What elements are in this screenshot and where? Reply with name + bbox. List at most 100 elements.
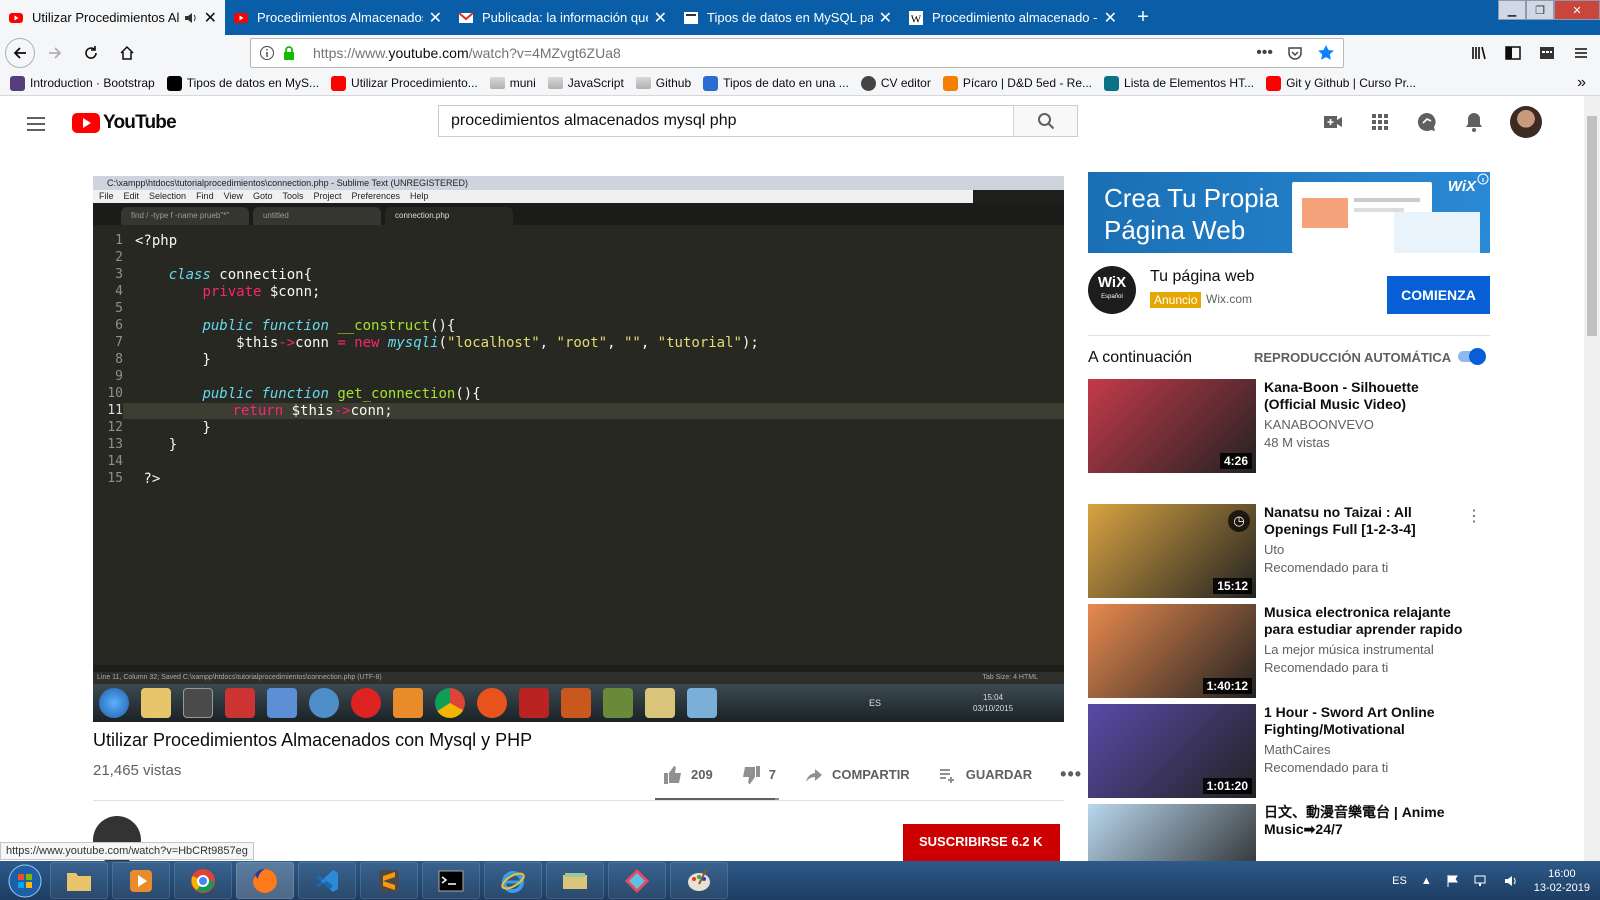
hamburger-menu-icon[interactable] bbox=[26, 114, 46, 134]
more-actions-icon[interactable]: ••• bbox=[1060, 764, 1082, 785]
extension-icon[interactable] bbox=[1538, 44, 1556, 62]
taskbar-terminal[interactable] bbox=[422, 862, 480, 899]
notifications-bell-icon[interactable] bbox=[1464, 111, 1484, 133]
taskbar-explorer[interactable] bbox=[50, 862, 108, 899]
youtube-logo[interactable]: YouTube bbox=[72, 112, 177, 134]
browser-tab[interactable]: W Procedimiento almacenado - W ✕ bbox=[900, 0, 1125, 35]
video-thumbnail[interactable]: 15:12 ◷ bbox=[1088, 504, 1256, 598]
menu-icon[interactable] bbox=[1572, 44, 1590, 62]
info-icon[interactable] bbox=[259, 45, 275, 61]
video-player[interactable]: C:\xampp\htdocs\tutorialprocedimientos\c… bbox=[93, 176, 1064, 722]
pocket-icon[interactable] bbox=[1287, 45, 1303, 61]
flag-icon[interactable] bbox=[1446, 874, 1460, 888]
maximize-icon[interactable]: ❐ bbox=[1526, 0, 1554, 20]
taskbar-firefox[interactable] bbox=[236, 862, 294, 899]
share-button[interactable]: COMPARTIR bbox=[804, 765, 910, 785]
new-tab-button[interactable]: + bbox=[1125, 0, 1161, 35]
address-bar[interactable]: https://www.youtube.com/watch?v=4MZvgt6Z… bbox=[250, 38, 1344, 68]
bookmarks-overflow-icon[interactable]: » bbox=[1577, 74, 1586, 92]
related-video-title[interactable]: Kana-Boon - Silhouette (Official Music V… bbox=[1264, 379, 1474, 413]
related-video-item[interactable]: 1:01:20 1 Hour - Sword Art Online Fightin… bbox=[1088, 704, 1490, 798]
taskbar-chrome[interactable] bbox=[174, 862, 232, 899]
search-button[interactable] bbox=[1013, 106, 1077, 136]
start-button[interactable] bbox=[0, 861, 50, 900]
close-tab-icon[interactable]: ✕ bbox=[879, 8, 892, 28]
related-video-item[interactable]: 1:40:12 Musica electronica relajante para… bbox=[1088, 604, 1490, 698]
taskbar-vscode[interactable] bbox=[298, 862, 356, 899]
bookmark-item[interactable]: Lista de Elementos HT... bbox=[1104, 75, 1254, 91]
create-video-icon[interactable] bbox=[1322, 111, 1344, 133]
scrollbar-thumb[interactable] bbox=[1587, 116, 1597, 336]
like-button[interactable]: 209 bbox=[663, 765, 713, 785]
video-thumbnail[interactable]: 1:40:12 bbox=[1088, 604, 1256, 698]
apps-grid-icon[interactable] bbox=[1370, 112, 1390, 132]
close-tab-icon[interactable]: ✕ bbox=[429, 8, 442, 28]
page-actions-icon[interactable]: ••• bbox=[1256, 44, 1273, 62]
related-video-item[interactable]: 15:12 ◷ Nanatsu no Taizai : All Openings F… bbox=[1088, 504, 1490, 598]
language-indicator[interactable]: ES bbox=[1392, 875, 1407, 887]
taskbar-app[interactable] bbox=[608, 862, 666, 899]
taskbar-sublime[interactable] bbox=[360, 862, 418, 899]
bookmark-item[interactable]: Introduction · Bootstrap bbox=[10, 75, 155, 91]
system-clock[interactable]: 16:00 13-02-2019 bbox=[1534, 867, 1590, 895]
speaker-icon[interactable] bbox=[184, 11, 198, 25]
related-video-item[interactable]: 日文、動漫音樂電台 | Anime Music➡24/7 bbox=[1088, 804, 1490, 861]
related-video-title[interactable]: 日文、動漫音樂電台 | Anime Music➡24/7 bbox=[1264, 804, 1474, 838]
reload-button[interactable] bbox=[75, 37, 107, 69]
page-scrollbar[interactable] bbox=[1584, 96, 1600, 861]
back-button[interactable] bbox=[5, 38, 35, 68]
bookmark-item[interactable]: muni bbox=[489, 76, 536, 90]
home-button[interactable] bbox=[111, 37, 143, 69]
save-button[interactable]: GUARDAR bbox=[938, 765, 1032, 785]
taskbar-internet-explorer[interactable] bbox=[484, 862, 542, 899]
bookmark-item[interactable]: Pícaro | D&D 5ed - Re... bbox=[942, 75, 1092, 91]
close-window-icon[interactable]: ✕ bbox=[1554, 0, 1600, 20]
ad-logo[interactable]: WiX Español bbox=[1088, 266, 1136, 314]
bookmark-item[interactable]: Tipos de datos en MyS... bbox=[166, 75, 319, 91]
video-thumbnail[interactable]: 4:26 bbox=[1088, 379, 1256, 473]
volume-icon[interactable] bbox=[1504, 874, 1520, 888]
lock-icon[interactable] bbox=[281, 45, 297, 61]
browser-tab[interactable]: Publicada: la información que ✕ bbox=[450, 0, 675, 35]
video-thumbnail[interactable] bbox=[1088, 804, 1256, 861]
dislike-button[interactable]: 7 bbox=[741, 765, 776, 785]
browser-tab[interactable]: Procedimientos Almacenados ✕ bbox=[225, 0, 450, 35]
bookmark-item[interactable]: Github bbox=[635, 76, 691, 90]
minimize-icon[interactable]: ▁ bbox=[1498, 0, 1526, 20]
more-options-icon[interactable]: ⋮ bbox=[1466, 506, 1482, 526]
related-video-title[interactable]: Musica electronica relajante para estudi… bbox=[1264, 604, 1474, 638]
forward-button[interactable] bbox=[39, 37, 71, 69]
close-tab-icon[interactable]: ✕ bbox=[204, 8, 217, 28]
browser-tab[interactable]: Tipos de datos en MySQL para ✕ bbox=[675, 0, 900, 35]
show-hidden-icons[interactable]: ▲ bbox=[1421, 875, 1432, 887]
messages-icon[interactable] bbox=[1416, 111, 1438, 133]
video-thumbnail[interactable]: 1:01:20 bbox=[1088, 704, 1256, 798]
sidebar-icon[interactable] bbox=[1504, 44, 1522, 62]
user-avatar[interactable] bbox=[1510, 106, 1542, 138]
bookmark-item[interactable]: Git y Github | Curso Pr... bbox=[1266, 75, 1416, 91]
ad-cta-button[interactable]: COMIENZA bbox=[1387, 276, 1490, 314]
related-video-title[interactable]: Nanatsu no Taizai : All Openings Full [1… bbox=[1264, 504, 1474, 538]
ad-info-icon[interactable] bbox=[1477, 173, 1489, 185]
taskbar-media-player[interactable] bbox=[112, 862, 170, 899]
related-video-title[interactable]: 1 Hour - Sword Art Online Fighting/Motiv… bbox=[1264, 704, 1474, 738]
search-input[interactable]: procedimientos almacenados mysql php bbox=[439, 106, 1013, 136]
taskbar-files[interactable] bbox=[546, 862, 604, 899]
library-icon[interactable] bbox=[1470, 44, 1488, 62]
related-video-item[interactable]: 4:26 Kana-Boon - Silhouette (Official Mus… bbox=[1088, 379, 1490, 473]
ad-banner[interactable]: Crea Tu Propia Página Web WiX bbox=[1088, 172, 1490, 253]
close-tab-icon[interactable]: ✕ bbox=[654, 8, 667, 28]
close-tab-icon[interactable]: ✕ bbox=[1104, 8, 1117, 28]
bookmark-star-icon[interactable] bbox=[1317, 44, 1335, 62]
subscribe-button[interactable]: SUSCRIBIRSE 6.2 K bbox=[903, 824, 1060, 861]
bookmark-item[interactable]: CV editor bbox=[860, 75, 931, 91]
ad-title[interactable]: Tu página web bbox=[1150, 268, 1254, 286]
bookmark-item[interactable]: Utilizar Procedimiento... bbox=[331, 75, 478, 91]
bookmark-item[interactable]: Tipos de dato en una ... bbox=[703, 75, 849, 91]
autoplay-toggle[interactable] bbox=[1456, 348, 1486, 365]
watch-later-icon[interactable]: ◷ bbox=[1228, 510, 1250, 532]
bookmark-item[interactable]: JavaScript bbox=[547, 76, 624, 90]
taskbar-paint[interactable] bbox=[670, 862, 728, 899]
network-icon[interactable] bbox=[1474, 874, 1490, 888]
browser-tab[interactable]: Utilizar Procedimientos Almacenados ✕ bbox=[0, 0, 225, 35]
